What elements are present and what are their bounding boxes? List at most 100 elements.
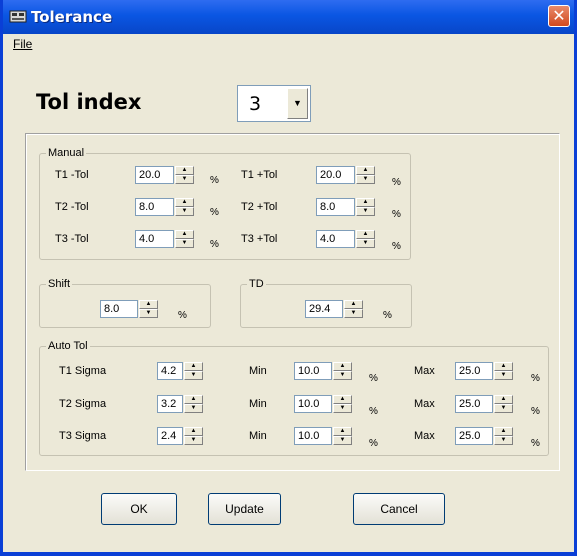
manual-group-title: Manual	[46, 146, 87, 160]
tol-index-value: 3	[249, 93, 262, 115]
spin-down-button[interactable]: ▼	[333, 436, 352, 445]
cancel-button[interactable]: Cancel	[353, 493, 445, 525]
t3-min-label: Min	[249, 430, 267, 442]
t2-minus-tol-label: T2 -Tol	[55, 201, 89, 213]
percent-unit: %	[392, 177, 401, 188]
spin-down-button[interactable]: ▼	[175, 239, 194, 248]
t1-plus-tol-input[interactable]: 20.0	[316, 166, 355, 184]
spin-down-button[interactable]: ▼	[356, 207, 375, 216]
t3-sigma-label: T3 Sigma	[59, 430, 107, 442]
auto-tol-group-title: Auto Tol	[46, 339, 90, 353]
spin-down-button[interactable]: ▼	[333, 371, 352, 380]
tolerance-window: Tolerance ✕ File Tol index 3 ▼ Manual T1…	[0, 0, 577, 556]
t3-max-label: Max	[414, 430, 435, 442]
percent-unit: %	[531, 373, 540, 384]
spin-up-button[interactable]: ▲	[184, 362, 203, 371]
spin-up-button[interactable]: ▲	[494, 395, 513, 404]
spin-up-button[interactable]: ▲	[333, 427, 352, 436]
spin-up-button[interactable]: ▲	[494, 362, 513, 371]
ok-button[interactable]: OK	[101, 493, 177, 525]
percent-unit: %	[383, 310, 392, 321]
t3-max-input[interactable]: 25.0	[455, 427, 493, 445]
spin-up-button[interactable]: ▲	[356, 198, 375, 207]
tol-index-select[interactable]: 3 ▼	[237, 85, 311, 122]
shift-input[interactable]: 8.0	[100, 300, 138, 318]
spin-up-button[interactable]: ▲	[175, 166, 194, 175]
t3-plus-tol-input[interactable]: 4.0	[316, 230, 355, 248]
t3-minus-tol-input[interactable]: 4.0	[135, 230, 174, 248]
shift-group-title: Shift	[46, 277, 73, 291]
percent-unit: %	[210, 207, 219, 218]
spin-up-button[interactable]: ▲	[175, 230, 194, 239]
spin-down-button[interactable]: ▼	[184, 371, 203, 380]
spin-up-button[interactable]: ▲	[184, 395, 203, 404]
spin-down-button[interactable]: ▼	[175, 207, 194, 216]
percent-unit: %	[531, 406, 540, 417]
percent-unit: %	[531, 438, 540, 449]
spin-down-button[interactable]: ▼	[356, 239, 375, 248]
app-icon	[9, 10, 27, 23]
t1-sigma-input[interactable]: 4.2	[157, 362, 183, 380]
spin-up-button[interactable]: ▲	[184, 427, 203, 436]
percent-unit: %	[392, 209, 401, 220]
td-input[interactable]: 29.4	[305, 300, 343, 318]
spin-up-button[interactable]: ▲	[139, 300, 158, 309]
td-group-title: TD	[247, 277, 266, 291]
t3-plus-tol-label: T3 +Tol	[241, 233, 278, 245]
spin-down-button[interactable]: ▼	[356, 175, 375, 184]
dropdown-button[interactable]: ▼	[287, 88, 308, 119]
percent-unit: %	[392, 241, 401, 252]
close-button[interactable]: ✕	[548, 5, 570, 27]
t1-minus-tol-input[interactable]: 20.0	[135, 166, 174, 184]
menu-bar: File	[3, 34, 574, 53]
percent-unit: %	[210, 239, 219, 250]
t2-sigma-label: T2 Sigma	[59, 398, 107, 410]
t2-sigma-input[interactable]: 3.2	[157, 395, 183, 413]
spin-up-button[interactable]: ▲	[356, 230, 375, 239]
spin-down-button[interactable]: ▼	[494, 436, 513, 445]
t3-sigma-input[interactable]: 2.4	[157, 427, 183, 445]
spin-up-button[interactable]: ▲	[344, 300, 363, 309]
t3-minus-tol-label: T3 -Tol	[55, 233, 89, 245]
spin-down-button[interactable]: ▼	[184, 404, 203, 413]
t1-max-input[interactable]: 25.0	[455, 362, 493, 380]
spin-down-button[interactable]: ▼	[494, 404, 513, 413]
spin-down-button[interactable]: ▼	[494, 371, 513, 380]
title-bar[interactable]: Tolerance ✕	[3, 0, 574, 35]
close-icon: ✕	[552, 6, 566, 25]
t1-max-label: Max	[414, 365, 435, 377]
spin-up-button[interactable]: ▲	[175, 198, 194, 207]
percent-unit: %	[369, 438, 378, 449]
t1-min-input[interactable]: 10.0	[294, 362, 332, 380]
t1-sigma-label: T1 Sigma	[59, 365, 107, 377]
update-button[interactable]: Update	[208, 493, 281, 525]
t2-min-input[interactable]: 10.0	[294, 395, 332, 413]
t2-min-label: Min	[249, 398, 267, 410]
spin-up-button[interactable]: ▲	[333, 395, 352, 404]
percent-unit: %	[369, 373, 378, 384]
t3-min-input[interactable]: 10.0	[294, 427, 332, 445]
spin-down-button[interactable]: ▼	[184, 436, 203, 445]
t1-minus-tol-label: T1 -Tol	[55, 169, 89, 181]
spin-down-button[interactable]: ▼	[333, 404, 352, 413]
spin-up-button[interactable]: ▲	[333, 362, 352, 371]
percent-unit: %	[178, 310, 187, 321]
t1-plus-tol-label: T1 +Tol	[241, 169, 278, 181]
spin-up-button[interactable]: ▲	[356, 166, 375, 175]
t2-max-label: Max	[414, 398, 435, 410]
t1-min-label: Min	[249, 365, 267, 377]
tol-index-label: Tol index	[36, 90, 142, 114]
t2-plus-tol-input[interactable]: 8.0	[316, 198, 355, 216]
t2-minus-tol-input[interactable]: 8.0	[135, 198, 174, 216]
menu-file[interactable]: File	[13, 37, 32, 51]
spin-up-button[interactable]: ▲	[494, 427, 513, 436]
chevron-down-icon: ▼	[293, 98, 302, 108]
percent-unit: %	[369, 406, 378, 417]
spin-down-button[interactable]: ▼	[139, 309, 158, 318]
spin-down-button[interactable]: ▼	[344, 309, 363, 318]
percent-unit: %	[210, 175, 219, 186]
t2-max-input[interactable]: 25.0	[455, 395, 493, 413]
window-title: Tolerance	[31, 8, 113, 26]
t2-plus-tol-label: T2 +Tol	[241, 201, 278, 213]
spin-down-button[interactable]: ▼	[175, 175, 194, 184]
